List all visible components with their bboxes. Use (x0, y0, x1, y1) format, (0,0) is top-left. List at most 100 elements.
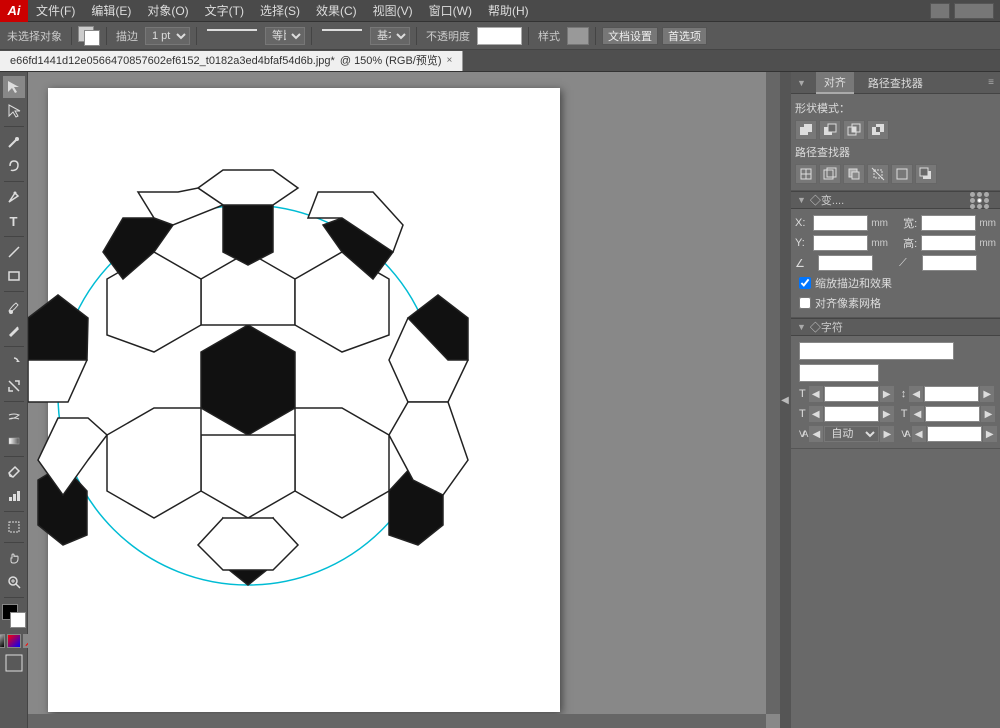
menu-help[interactable]: 帮助(H) (480, 0, 537, 22)
minus-front-btn[interactable] (819, 120, 841, 140)
scale-stroke-checkbox[interactable] (799, 277, 811, 289)
tracking-inc-btn[interactable]: ▶ (983, 426, 997, 442)
scale-h-inc-btn[interactable]: ▶ (880, 406, 894, 422)
tool-sep-7 (4, 456, 24, 457)
tracking-dec-btn[interactable]: ◀ (912, 426, 926, 442)
outline-btn[interactable] (891, 164, 913, 184)
scale-h-input[interactable]: 100% (824, 406, 879, 422)
menu-type[interactable]: 文字(T) (197, 0, 252, 22)
leading-input[interactable]: (14.4 (924, 386, 979, 402)
rect-btn[interactable] (3, 265, 25, 287)
tool-sep-9 (4, 542, 24, 543)
pathfinder-tab[interactable]: 路径查找器 (860, 73, 931, 93)
w-input[interactable]: 0 mm (921, 215, 976, 231)
vertical-scrollbar[interactable] (766, 72, 780, 714)
align-pixel-checkbox[interactable] (799, 297, 811, 309)
pen-btn[interactable] (3, 186, 25, 208)
color-swatches[interactable] (2, 604, 26, 628)
scale-v-dec-btn[interactable]: ◀ (910, 406, 924, 422)
direct-selection-btn[interactable] (3, 100, 25, 122)
menu-file[interactable]: 文件(F) (28, 0, 83, 22)
menu-window[interactable]: 窗口(W) (421, 0, 480, 22)
menu-edit[interactable]: 编辑(E) (83, 0, 139, 22)
xy-row: X: 0 mm mm 宽: 0 mm mm (795, 213, 996, 233)
brush-btn[interactable] (3, 296, 25, 318)
trim-btn[interactable] (819, 164, 841, 184)
x-input[interactable]: 0 mm (813, 215, 868, 231)
font-style-input[interactable]: - (799, 364, 879, 382)
artboard-btn[interactable] (3, 516, 25, 538)
file-tab[interactable]: e66fd1441d12e0566470857602ef6152_t0182a3… (0, 51, 463, 71)
font-size-input[interactable]: 12 pt (824, 386, 879, 402)
y-input[interactable]: 0 mm (813, 235, 868, 251)
scale-row: T ◀ 100% ▶ T ◀ 100% ▶ (795, 404, 996, 424)
panel-menu-icon[interactable]: ≡ (988, 77, 994, 88)
leading-dec-btn[interactable]: ◀ (909, 386, 923, 402)
style-swatch[interactable] (567, 27, 589, 45)
h-input[interactable]: 0 mm (921, 235, 976, 251)
tracking-input[interactable]: 0 (927, 426, 982, 442)
kerning-inc-btn[interactable]: ▶ (880, 426, 894, 442)
opacity-input[interactable]: 100% (477, 27, 522, 45)
chart-btn[interactable] (3, 485, 25, 507)
line-style[interactable] (207, 29, 257, 43)
leading-inc-btn[interactable]: ▶ (980, 386, 994, 402)
merge-btn[interactable] (843, 164, 865, 184)
tb-sep-1 (71, 27, 72, 45)
tab-close-btn[interactable]: × (447, 51, 453, 71)
selection-tool-btn[interactable] (3, 76, 25, 98)
magic-wand-btn[interactable] (3, 131, 25, 153)
menu-object[interactable]: 对象(O) (139, 0, 196, 22)
none-icon[interactable] (0, 634, 5, 648)
hand-btn[interactable] (3, 547, 25, 569)
minus-back-btn[interactable] (915, 164, 937, 184)
gradient-icon[interactable] (7, 634, 21, 648)
align-tab[interactable]: 对齐 (816, 72, 854, 94)
pencil-btn[interactable] (3, 320, 25, 342)
preferences-btn[interactable]: 首选项 (662, 27, 707, 45)
divide-btn[interactable] (795, 164, 817, 184)
lasso-btn[interactable] (3, 155, 25, 177)
tb-sep-7 (595, 27, 596, 45)
scale-v-inc-btn[interactable]: ▶ (981, 406, 995, 422)
warp-btn[interactable] (3, 406, 25, 428)
font-size-dec-btn[interactable]: ◀ (809, 386, 823, 402)
shear-input[interactable]: 0° (922, 255, 977, 271)
screen-mode-icon[interactable] (930, 3, 950, 19)
menu-view[interactable]: 视图(V) (365, 0, 421, 22)
scale-btn[interactable] (3, 375, 25, 397)
scale-v-input[interactable]: 100% (925, 406, 980, 422)
gradient-btn[interactable] (3, 430, 25, 452)
menu-select[interactable]: 选择(S) (252, 0, 308, 22)
kerning-select[interactable]: 自动 (824, 426, 879, 442)
anchor-grid[interactable] (970, 192, 990, 209)
base-style[interactable] (322, 29, 362, 43)
kerning-dec-btn[interactable]: ◀ (809, 426, 823, 442)
doc-settings-btn[interactable]: 文档设置 (602, 27, 658, 45)
base-select[interactable]: 基本 (370, 27, 410, 45)
screen-view-btn[interactable] (3, 652, 25, 674)
tool-sep-8 (4, 511, 24, 512)
text-btn[interactable]: T (3, 210, 25, 232)
workspace-icon[interactable] (954, 3, 994, 19)
unite-btn[interactable] (795, 120, 817, 140)
line-btn[interactable] (3, 241, 25, 263)
stroke-select[interactable]: 1 pt (145, 27, 190, 45)
fill-color[interactable] (78, 26, 100, 46)
tb-sep-2 (106, 27, 107, 45)
font-size-inc-btn[interactable]: ▶ (880, 386, 894, 402)
font-name-input[interactable]: Adobe 宋体 Std L (799, 342, 954, 360)
proportion-select[interactable]: 等比 (265, 27, 305, 45)
angle-input[interactable]: 0° (818, 255, 873, 271)
scale-h-dec-btn[interactable]: ◀ (809, 406, 823, 422)
intersect-btn[interactable] (843, 120, 865, 140)
eyedropper-btn[interactable] (3, 461, 25, 483)
exclude-btn[interactable] (867, 120, 889, 140)
tracking-control: ◀ 0 ▶ (912, 426, 997, 442)
horizontal-scrollbar[interactable] (28, 714, 766, 728)
panel-collapse-handle[interactable]: ◀ (780, 72, 790, 728)
menu-effect[interactable]: 效果(C) (308, 0, 365, 22)
crop-btn[interactable] (867, 164, 889, 184)
rotate-btn[interactable] (3, 351, 25, 373)
zoom-btn[interactable] (3, 571, 25, 593)
